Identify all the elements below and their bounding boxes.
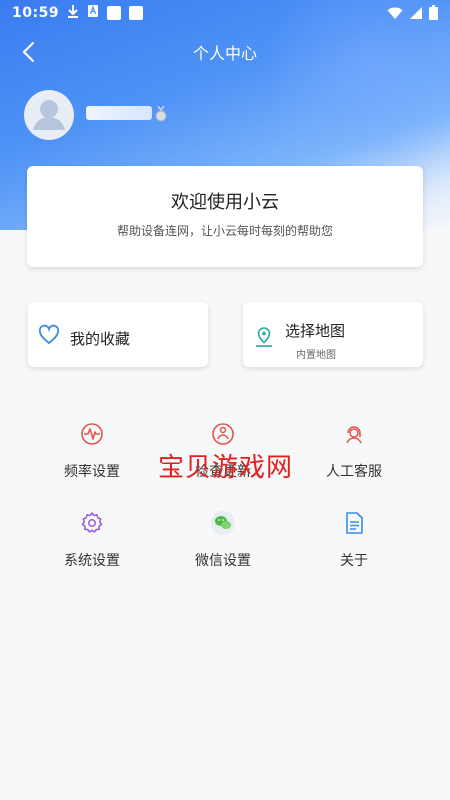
wechat-settings-item[interactable]: 微信设置 [173, 510, 273, 570]
page-title: 个人中心 [192, 44, 257, 63]
heart-icon [38, 324, 60, 345]
customer-service-item[interactable]: 人工客服 [304, 421, 404, 481]
battery-icon [429, 5, 438, 24]
chevron-left-icon [22, 41, 35, 63]
select-map-card[interactable]: 选择地图 内置地图 [243, 302, 423, 367]
system-settings-label: 系统设置 [64, 553, 120, 569]
status-time: 10:59 [12, 5, 60, 21]
favorites-label: 我的收藏 [70, 330, 131, 348]
watermark: 宝贝游戏网 [158, 453, 294, 483]
header-bar: 个人中心 [0, 34, 450, 70]
notification-icon [107, 6, 122, 20]
download-icon [67, 4, 79, 22]
welcome-subtitle: 帮助设备连网，让小云每时每刻的帮助您 [116, 224, 333, 238]
document-icon [346, 512, 363, 534]
notification-icon [129, 6, 144, 20]
signal-icon [409, 6, 423, 24]
wifi-icon [387, 6, 403, 24]
customer-service-icon [346, 426, 362, 444]
wechat-settings-label: 微信设置 [195, 553, 251, 569]
user-icon [33, 100, 65, 130]
level-badge-icon [154, 105, 168, 122]
status-bar: 10:59 [0, 0, 450, 26]
frequency-settings-item[interactable]: 频率设置 [42, 421, 142, 481]
frequency-settings-label: 频率设置 [64, 464, 120, 480]
location-pin-icon [256, 327, 272, 347]
username-blurred [86, 106, 152, 120]
favorites-card[interactable]: 我的收藏 [28, 302, 208, 367]
wechat-icon [211, 511, 235, 535]
welcome-card: 欢迎使用小云 帮助设备连网，让小云每时每刻的帮助您 [27, 166, 423, 267]
avatar[interactable] [24, 90, 74, 140]
font-icon [87, 4, 99, 22]
select-map-label: 选择地图 [285, 322, 346, 340]
customer-service-label: 人工客服 [326, 464, 382, 480]
welcome-title: 欢迎使用小云 [171, 192, 279, 213]
system-settings-item[interactable]: 系统设置 [42, 510, 142, 570]
select-map-sublabel: 内置地图 [296, 350, 336, 361]
about-label: 关于 [340, 553, 368, 569]
back-button[interactable] [16, 38, 44, 66]
waveform-icon [81, 423, 103, 445]
update-icon [212, 423, 234, 445]
about-item[interactable]: 关于 [304, 510, 404, 570]
gear-icon [81, 512, 103, 533]
